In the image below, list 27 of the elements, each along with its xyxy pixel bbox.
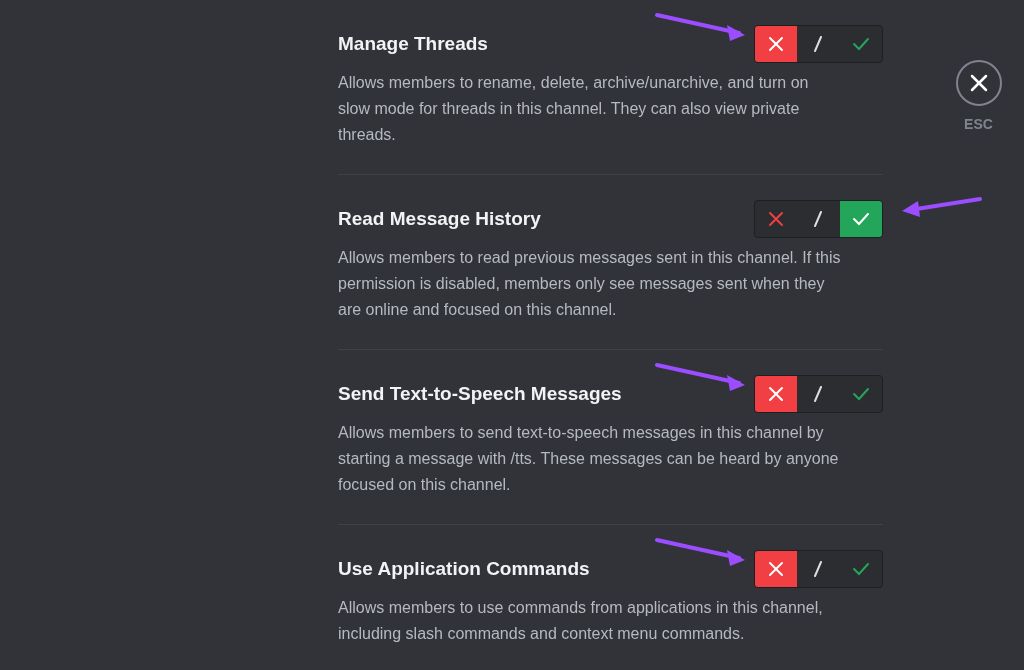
permission-title: Manage Threads <box>338 31 488 56</box>
check-icon <box>851 37 870 51</box>
permission-description: Allows members to read previous messages sent in this channel. If this permission is disabled, members only see messages sent when they are online and focused on this channel. <box>338 248 842 320</box>
close-icon <box>768 386 785 402</box>
deny-option[interactable] <box>755 376 798 412</box>
permission-title: Send Text-to-Speech Messages <box>338 381 622 406</box>
check-icon <box>851 212 870 226</box>
deny-option[interactable] <box>755 26 798 62</box>
deny-option[interactable] <box>755 551 798 587</box>
close-label: ESC <box>964 115 993 134</box>
check-icon <box>851 562 870 576</box>
slash-icon <box>813 36 824 52</box>
permission-description: Allows members to rename, delete, archive/unarchive, and turn on slow mode for threads in this channel. They can also view private threads. <box>338 73 810 145</box>
close-button[interactable] <box>955 60 1002 106</box>
close-icon <box>768 561 785 577</box>
slash-icon <box>813 561 824 577</box>
permission-description: Allows members to send text-to-speech messages in this channel by starting a message with /tts. These messages can be heard by anyone focused on this channel. <box>338 423 840 495</box>
slash-icon <box>813 386 824 402</box>
permission-title: Read Message History <box>338 206 541 231</box>
close-icon <box>768 211 785 227</box>
close-icon <box>768 36 785 52</box>
close-icon <box>969 74 988 92</box>
permission-description: Allows members to use commands from applications in this channel, including slash commands and context menu commands. <box>338 598 824 644</box>
check-icon <box>851 387 870 401</box>
permission-title: Use Application Commands <box>338 556 590 581</box>
allow-option[interactable] <box>839 201 882 237</box>
slash-icon <box>813 211 824 227</box>
